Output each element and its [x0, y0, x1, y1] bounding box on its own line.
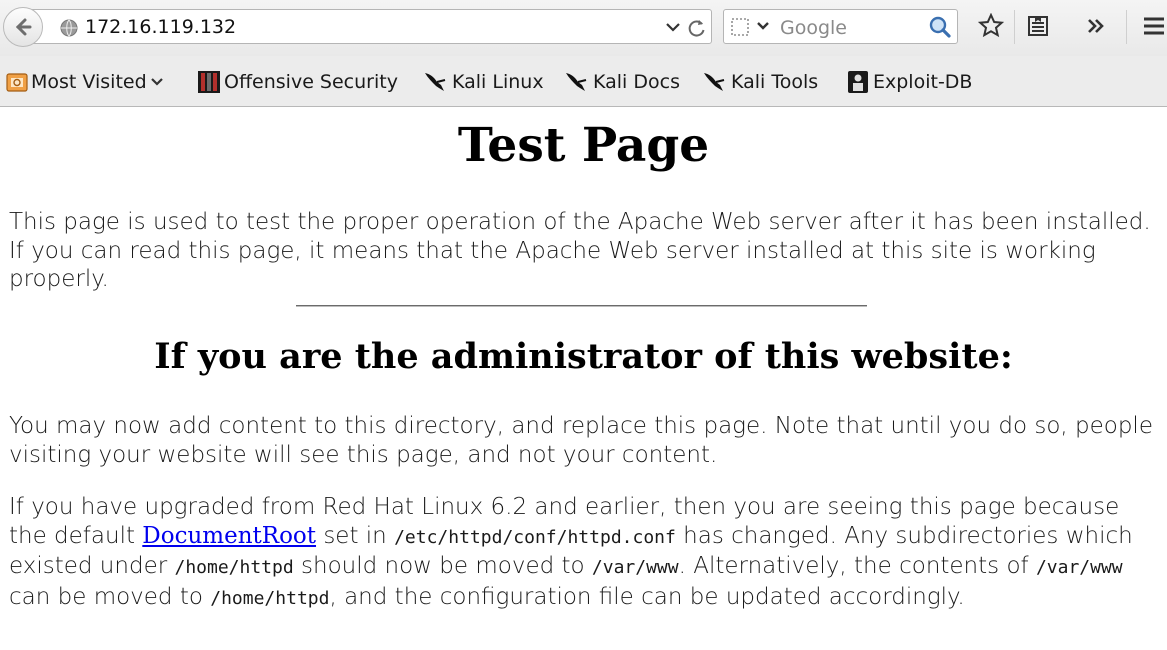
bookmark-label[interactable]: Kali Linux	[452, 71, 544, 93]
bookmark-label[interactable]: Most Visited	[31, 71, 147, 93]
bookmark-label[interactable]: Exploit-DB	[873, 71, 972, 93]
url-text[interactable]: 172.16.119.132	[85, 16, 236, 38]
chevron-down-icon[interactable]	[665, 20, 681, 34]
text-run: set in	[316, 522, 395, 549]
admin-heading: If you are the administrator of this web…	[154, 336, 1013, 377]
documentroot-link[interactable]: DocumentRoot	[142, 523, 316, 549]
bookmark-exploit-db[interactable]: Exploit-DB	[846, 68, 972, 96]
bookmark-star-button[interactable]	[977, 12, 1005, 40]
text-run: can be moved to	[9, 583, 211, 610]
star-icon	[978, 13, 1004, 38]
bookmark-offensive-security[interactable]: Offensive Security	[197, 68, 398, 96]
toolbar-separator	[1014, 10, 1015, 44]
search-box[interactable]: Google	[723, 9, 958, 44]
double-chevron-right-icon	[1088, 19, 1104, 33]
text-run: , and the configuration file can be upda…	[329, 583, 965, 610]
bookmark-kali-docs[interactable]: Kali Docs	[564, 68, 680, 96]
exploit-db-icon	[848, 71, 868, 93]
url-bar[interactable]: 172.16.119.132	[28, 9, 712, 44]
kali-dragon-icon	[566, 73, 587, 91]
bookmark-kali-linux[interactable]: Kali Linux	[423, 68, 544, 96]
bookmarks-toolbar: Most Visited Offensive Security Kali Lin…	[0, 56, 1167, 107]
admin-paragraph: You may now add content to this director…	[9, 413, 1153, 468]
page-content: Test Page This page is used to test the …	[0, 108, 1167, 650]
toolbar-separator	[1126, 10, 1127, 44]
bookmark-label[interactable]: Offensive Security	[224, 71, 398, 93]
bookmarks-list-icon	[1028, 16, 1048, 36]
bookmark-kali-tools[interactable]: Kali Tools	[702, 68, 818, 96]
code-path: /var/www	[591, 557, 679, 579]
page-title: Test Page	[457, 118, 710, 173]
kali-dragon-icon	[425, 73, 446, 91]
most-visited-icon	[6, 73, 28, 92]
text-run: should now be moved to	[293, 553, 592, 580]
back-arrow-icon	[15, 18, 32, 36]
back-button[interactable]	[3, 7, 43, 47]
code-path: /etc/httpd/conf/httpd.conf	[394, 526, 676, 548]
hamburger-menu-button[interactable]	[1140, 12, 1167, 40]
intro-paragraph: This page is used to test the proper ope…	[9, 209, 1151, 293]
code-path: /var/www	[1035, 557, 1123, 579]
offensive-security-icon	[198, 71, 220, 93]
reload-icon[interactable]	[687, 18, 707, 38]
bookmark-label[interactable]: Kali Tools	[731, 71, 818, 93]
search-icon[interactable]	[928, 15, 952, 39]
chevron-down-icon	[150, 78, 163, 86]
globe-icon	[60, 19, 78, 37]
horizontal-rule	[296, 305, 867, 307]
upgrade-paragraph: If you have upgraded from Red Hat Linux …	[9, 493, 1159, 613]
hamburger-menu-icon	[1144, 17, 1164, 35]
bookmarks-menu-button[interactable]	[1024, 12, 1052, 40]
overflow-chevron-button[interactable]	[1082, 12, 1110, 40]
text-run: . Alternatively, the contents of	[678, 553, 1036, 580]
navigation-toolbar: 172.16.119.132 Google	[0, 0, 1167, 56]
kali-dragon-icon	[704, 73, 725, 91]
bookmark-label[interactable]: Kali Docs	[593, 71, 680, 93]
code-path: /home/httpd	[210, 587, 330, 609]
bookmark-most-visited[interactable]: Most Visited	[6, 68, 167, 96]
chevron-down-icon[interactable]	[756, 20, 770, 32]
search-placeholder[interactable]: Google	[780, 17, 847, 39]
search-engine-icon[interactable]	[730, 17, 750, 37]
code-path: /home/httpd	[174, 557, 294, 579]
